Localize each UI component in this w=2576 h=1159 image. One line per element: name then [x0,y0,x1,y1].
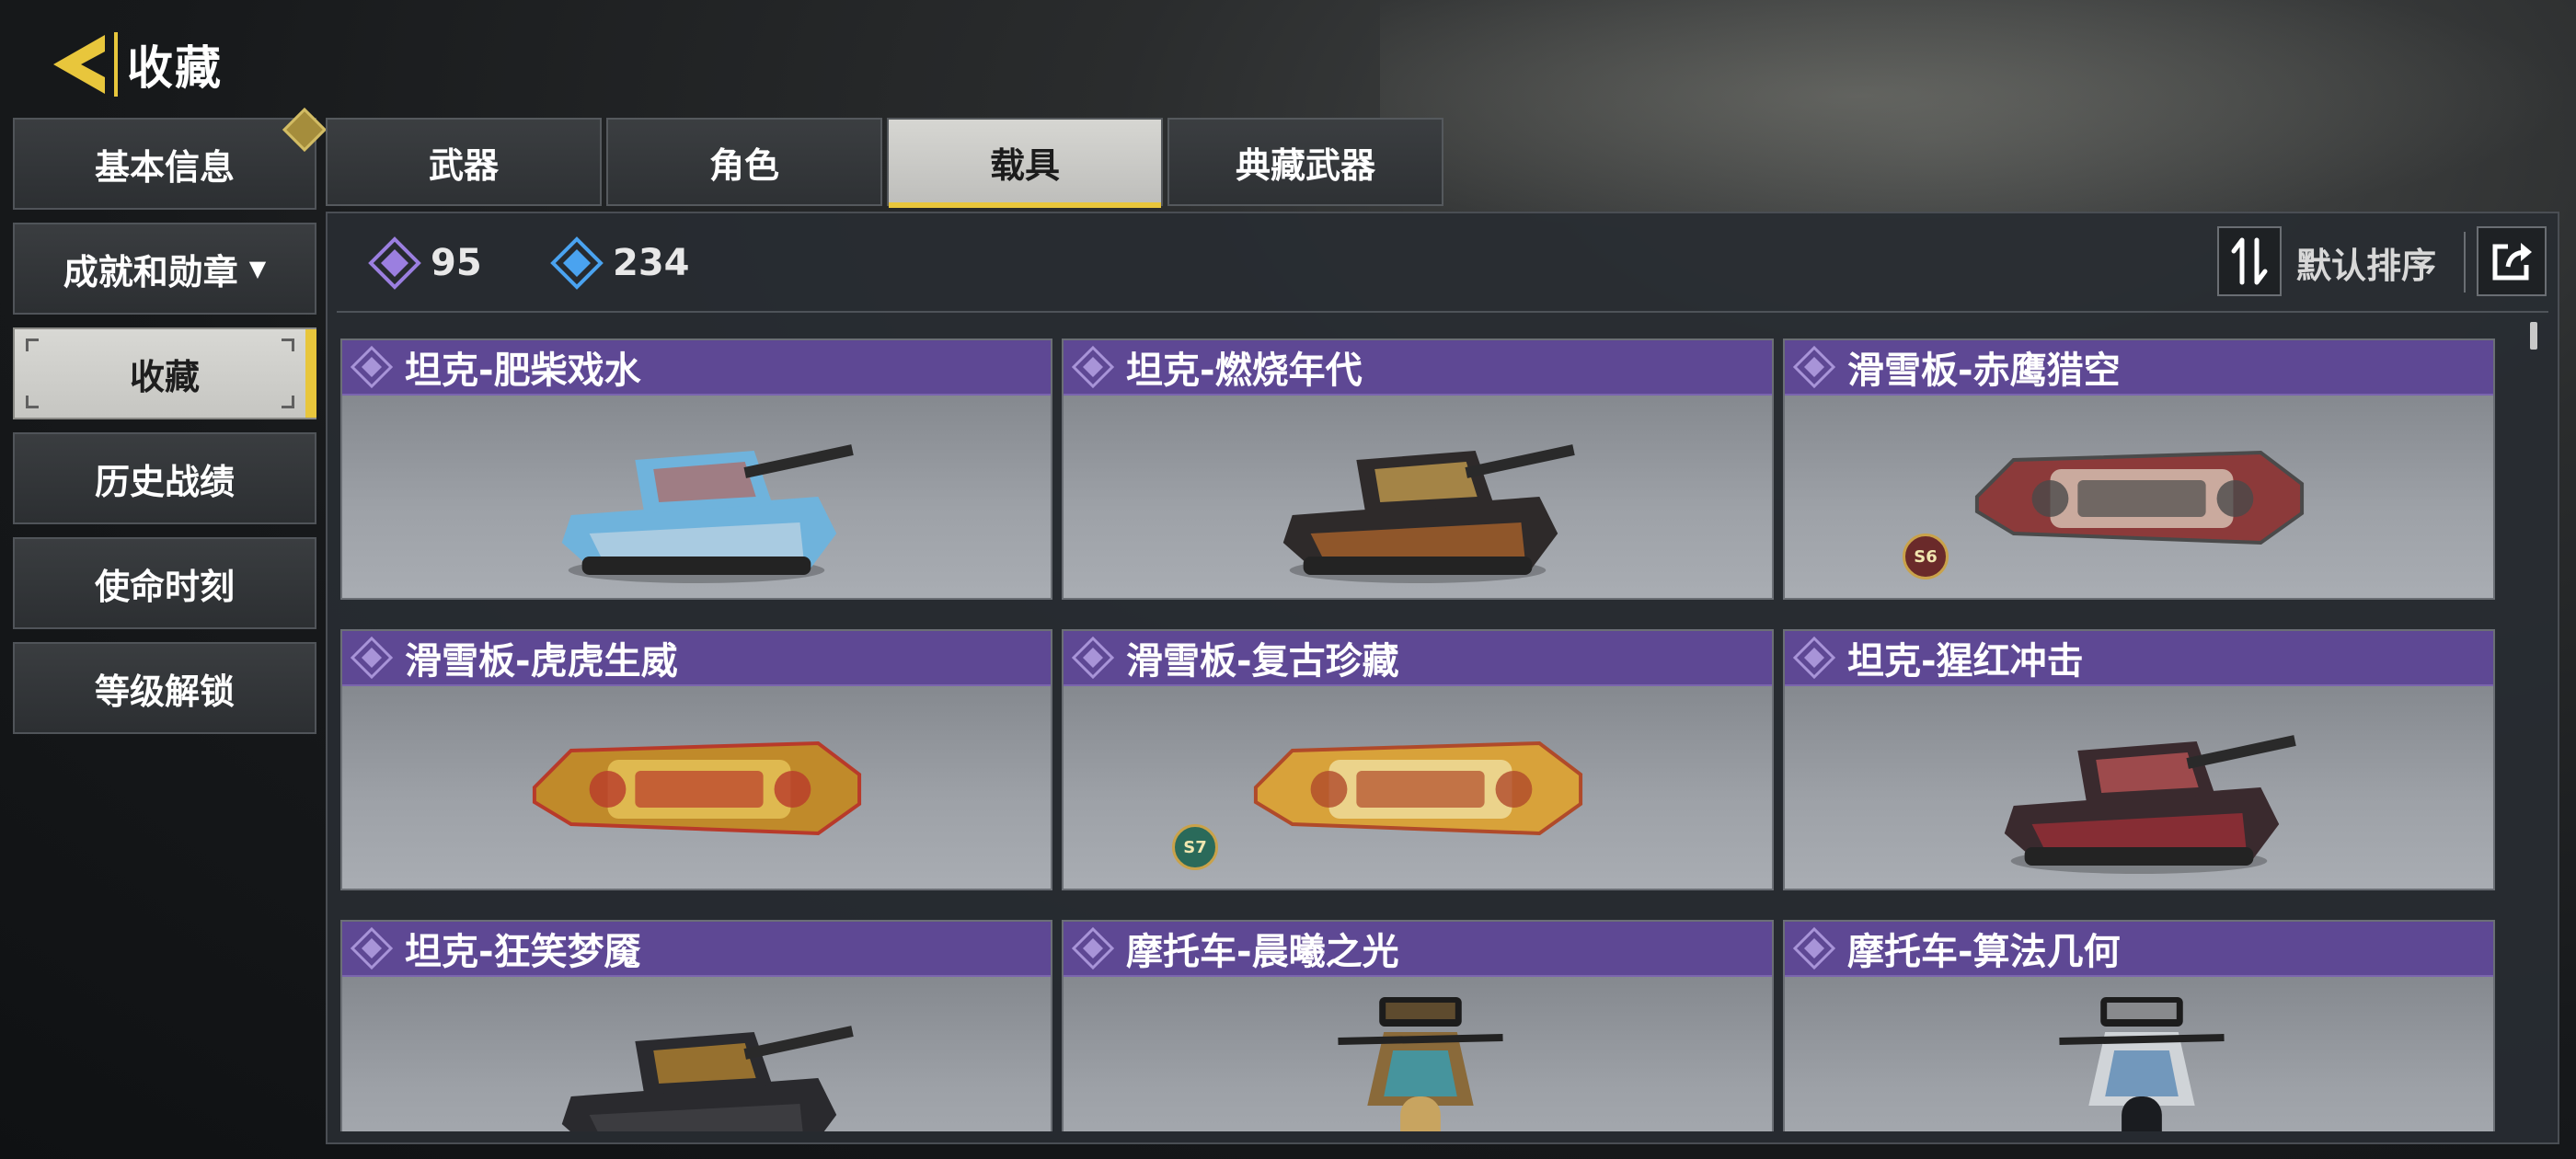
sidebar-item-label: 成就和勋章 [63,251,238,293]
vehicle-card[interactable]: 摩托车-晨曦之光 [1062,920,1774,1131]
season-badge-icon: S6 [1903,534,1949,580]
sidebar-item-label: 等级解锁 [94,671,235,712]
purple-rarity-icon [1792,345,1836,389]
sidebar-item-label: 使命时刻 [94,566,235,607]
sidebar-item-collection[interactable]: 收藏 [13,327,316,419]
snowboard-image [342,686,1051,889]
vehicle-card-header: 滑雪板-虎虎生威 [342,631,1051,686]
sidebar-item-label: 历史战绩 [94,461,235,502]
snowboard-image: S6 [1785,396,2493,598]
share-icon [2492,243,2532,281]
vehicle-card-header: 滑雪板-赤鹰猎空 [1785,340,2493,396]
back-button[interactable]: 收藏 [44,28,228,101]
blue-currency-value: 234 [613,242,690,284]
vehicle-card-header: 坦克-燃烧年代 [1064,340,1772,396]
tab-label: 武器 [428,144,499,186]
sidebar-item-achievements[interactable]: 成就和勋章 ▼ [13,223,316,315]
corner-mark [282,396,294,408]
vehicle-card-header: 摩托车-算法几何 [1785,922,2493,977]
vehicle-card[interactable]: 坦克-燃烧年代 [1062,339,1774,600]
tab-vehicles[interactable]: 载具 [887,118,1163,208]
vehicle-card-header: 摩托车-晨曦之光 [1064,922,1772,977]
tab-collector-weapons[interactable]: 典藏武器 [1167,118,1443,206]
vehicle-card[interactable]: 坦克-狂笑梦魇 [340,920,1052,1131]
vehicle-card[interactable]: 滑雪板-虎虎生威 [340,629,1052,890]
motorcycle-image [1064,977,1772,1131]
vehicle-name: 坦克-狂笑梦魇 [405,931,641,973]
sidebar-item-label: 收藏 [129,356,200,397]
back-arrow-icon [53,35,105,94]
purple-rarity-icon [1071,636,1115,680]
share-button[interactable] [2477,226,2547,296]
snowboard-image: S7 [1064,686,1772,889]
chevron-down-icon: ▼ [248,256,267,281]
tank-image [1785,686,2493,889]
tab-characters[interactable]: 角色 [606,118,882,206]
purple-rarity-icon [350,926,394,970]
vehicle-grid: 坦克-肥柴戏水 坦克-燃烧年代 滑雪板-赤鹰猎空 S6 滑雪板-虎虎生威 滑雪板-复古珍藏… [340,339,2521,1131]
title-divider [114,32,118,97]
tab-label: 典藏武器 [1235,144,1375,186]
vehicle-card-header: 坦克-猩红冲击 [1785,631,2493,686]
purple-rarity-icon [350,345,394,389]
purple-currency-value: 95 [431,242,482,284]
page-title: 收藏 [127,41,223,95]
vehicle-name: 滑雪板-虎虎生威 [405,640,678,683]
sidebar-item-history[interactable]: 历史战绩 [13,432,316,524]
sidebar-item-mission-moments[interactable]: 使命时刻 [13,537,316,629]
vehicle-name: 坦克-猩红冲击 [1847,640,2084,683]
purple-rarity-icon [1792,926,1836,970]
vehicle-card-header: 坦克-肥柴戏水 [342,340,1051,396]
purple-rarity-icon [368,236,421,290]
tab-label: 载具 [989,144,1060,186]
purple-rarity-icon [350,636,394,680]
vehicle-card[interactable]: 滑雪板-复古珍藏 S7 [1062,629,1774,890]
tank-image [342,396,1051,598]
season-badge-icon: S7 [1172,824,1218,870]
vehicle-card[interactable]: 坦克-肥柴戏水 [340,339,1052,600]
tank-image [342,977,1051,1131]
purple-rarity-icon [1071,926,1115,970]
sort-label[interactable]: 默认排序 [2296,237,2436,288]
vehicle-name: 滑雪板-复古珍藏 [1126,640,1399,683]
purple-rarity-icon [1071,345,1115,389]
sidebar-item-basic-info[interactable]: 基本信息 [13,107,328,210]
vehicle-card[interactable]: 摩托车-算法几何 [1783,920,2495,1131]
vehicle-name: 摩托车-晨曦之光 [1126,931,1399,973]
toolbar: 95 234 默认排序 [328,213,2558,313]
vehicle-name: 摩托车-算法几何 [1847,931,2121,973]
vehicle-card[interactable]: 滑雪板-赤鹰猎空 S6 [1783,339,2495,600]
collection-panel: 95 234 默认排序 坦克-肥柴戏水 坦克-燃烧年代 滑雪板-赤鹰猎空 S6 … [326,212,2559,1144]
scrollbar-thumb[interactable] [2530,322,2537,350]
vehicle-name: 坦克-燃烧年代 [1126,350,1363,392]
corner-mark [26,396,39,408]
motorcycle-image [1785,977,2493,1131]
sidebar-item-label: 基本信息 [94,146,235,188]
tab-weapons[interactable]: 武器 [326,118,602,206]
vehicle-name: 坦克-肥柴戏水 [405,350,641,392]
purple-currency: 95 [368,236,482,290]
vehicle-name: 滑雪板-赤鹰猎空 [1847,350,2121,392]
tab-label: 角色 [708,144,779,186]
blue-rarity-icon [550,236,604,290]
toolbar-separator [337,311,2548,313]
corner-mark [282,339,294,351]
purple-rarity-icon [1792,636,1836,680]
background-haze [1380,0,2576,239]
tank-image [1064,396,1772,598]
vehicle-card-header: 坦克-狂笑梦魇 [342,922,1051,977]
scrollbar[interactable] [2528,322,2539,1131]
sort-order-button[interactable] [2217,226,2282,296]
corner-mark [26,339,39,351]
toolbar-divider [2464,232,2466,293]
blue-currency: 234 [550,236,690,290]
diamond-badge-icon [282,107,328,153]
sort-arrows-icon [2231,237,2268,285]
vehicle-card-header: 滑雪板-复古珍藏 [1064,631,1772,686]
vehicle-card[interactable]: 坦克-猩红冲击 [1783,629,2495,890]
sidebar-item-level-unlock[interactable]: 等级解锁 [13,642,316,734]
